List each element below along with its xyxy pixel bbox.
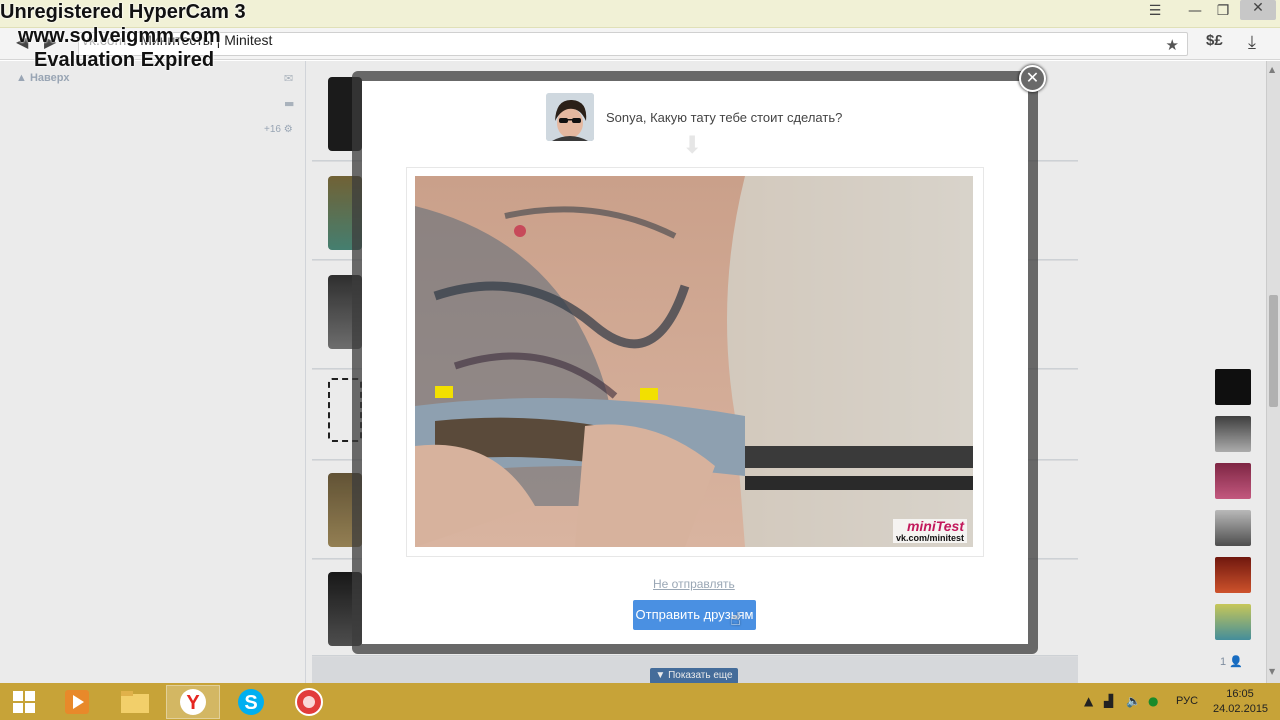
logo-wordmark: miniTest — [906, 518, 964, 534]
windows-taskbar: Y S ▲ ▟ 🔈 ● РУС 16:05 24.02.2015 — [0, 683, 1280, 720]
arrow-down-icon: ⬇ — [682, 131, 703, 159]
windows-start-icon[interactable] — [0, 685, 48, 719]
security-icon[interactable]: ● — [1148, 694, 1158, 708]
minitest-logo: miniTest vk.com/minitest — [892, 518, 967, 543]
yandex-browser-icon[interactable]: Y — [166, 685, 220, 719]
dont-send-link[interactable]: Не отправлять — [653, 577, 735, 591]
menu-icon[interactable]: ☰ — [1140, 3, 1170, 19]
result-image: miniTest vk.com/minitest — [415, 176, 973, 547]
record-app-icon[interactable] — [282, 685, 336, 719]
download-icon[interactable]: ⤓ — [1248, 32, 1256, 53]
vk-page: ▲ Наверх ✉ ▬ +16 ⚙ ▼ Показать еще 1 👤 ▲ … — [0, 61, 1280, 683]
user-avatar — [546, 93, 594, 141]
tray-expand-icon[interactable]: ▲ — [1084, 694, 1093, 708]
minimize-icon[interactable]: — — [1180, 3, 1210, 19]
recorder-watermark: Unregistered HyperCam 3 www.solveigmm.co… — [0, 0, 246, 72]
input-language[interactable]: РУС — [1176, 695, 1198, 707]
user-photo-icon — [546, 93, 594, 141]
hand-cursor-icon: ☝ — [730, 609, 741, 630]
system-clock[interactable]: 16:05 24.02.2015 — [1213, 687, 1269, 717]
clock-time: 16:05 — [1226, 688, 1254, 700]
network-icon[interactable]: ▟ — [1104, 694, 1113, 708]
skype-icon[interactable]: S — [224, 685, 278, 719]
share-result-modal: Sonya, Какую тату тебе стоит сделать? ⬇ — [362, 81, 1028, 644]
close-window-icon[interactable]: ✕ — [1240, 0, 1276, 20]
close-modal-icon[interactable]: ✕ — [1019, 65, 1046, 92]
question-text: Sonya, Какую тату тебе стоит сделать? — [606, 110, 843, 125]
logo-url: vk.com/minitest — [895, 533, 964, 543]
watermark-line-2: www.solveigmm.com — [18, 25, 221, 47]
tattoo-photo-icon — [415, 176, 973, 547]
file-explorer-icon[interactable] — [108, 685, 162, 719]
volume-icon[interactable]: 🔈 — [1126, 694, 1141, 708]
currency-icon[interactable]: $£ — [1206, 32, 1223, 49]
star-icon[interactable]: ★ — [1166, 36, 1179, 54]
watermark-line-3: Evaluation Expired — [34, 49, 215, 71]
watermark-line-1: Unregistered HyperCam 3 — [0, 1, 246, 23]
svg-text:Y: Y — [186, 692, 200, 714]
media-player-icon[interactable] — [50, 685, 104, 719]
clock-date: 24.02.2015 — [1213, 703, 1269, 715]
svg-text:S: S — [244, 692, 257, 714]
restore-icon[interactable]: ❐ — [1208, 3, 1238, 19]
